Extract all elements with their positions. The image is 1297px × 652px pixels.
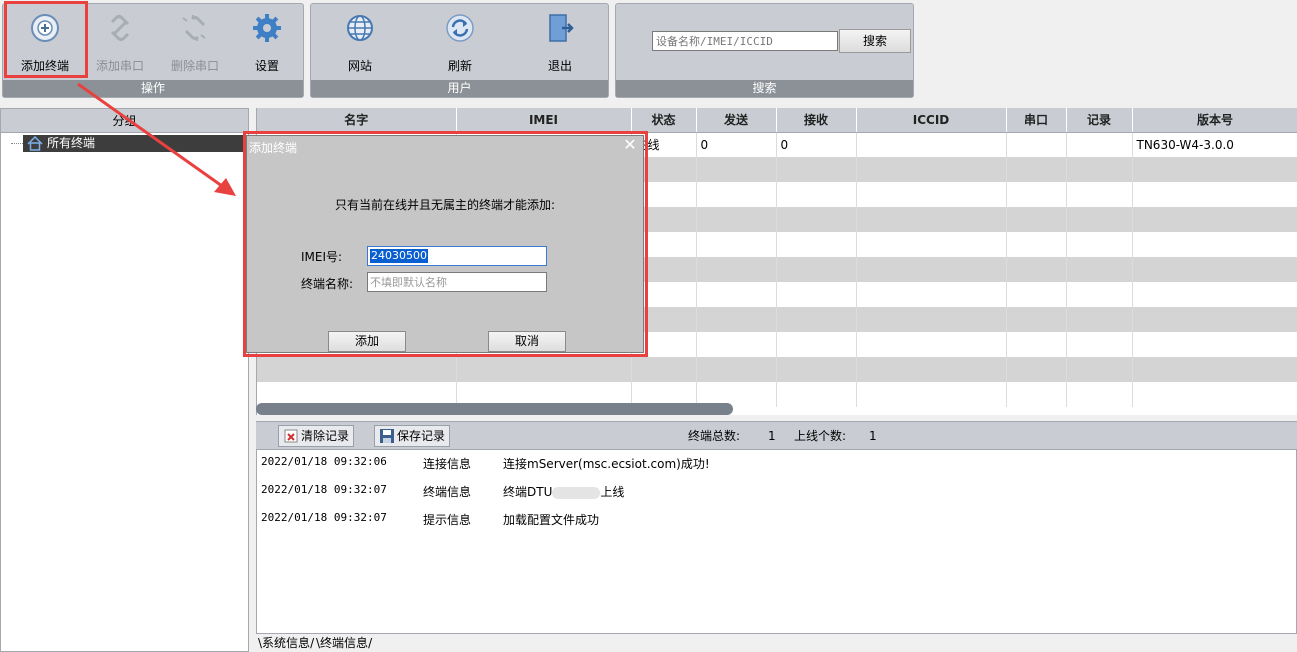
log-time: 2022/01/18 09:32:07 (261, 483, 387, 496)
column-header-record[interactable]: 记录 (1066, 108, 1133, 133)
save-icon (380, 429, 394, 443)
clear-log-label: 清除记录 (301, 429, 350, 443)
online-count-label: 上线个数: (794, 429, 847, 443)
cell-port (1006, 132, 1067, 157)
exit-label: 退出 (547, 59, 572, 73)
save-log-label: 保存记录 (397, 429, 446, 443)
clear-icon (284, 429, 298, 443)
clear-log-button[interactable]: 清除记录 (278, 425, 355, 447)
cell-received: 0 (776, 132, 857, 157)
refresh-label: 刷新 (447, 59, 472, 73)
column-header-name[interactable]: 名字 (257, 108, 457, 133)
website-label: 网站 (347, 59, 372, 73)
exit-icon (549, 14, 574, 42)
tree-header: 分组 (1, 109, 248, 133)
save-log-button[interactable]: 保存记录 (374, 425, 451, 447)
log-toolbar: 清除记录 保存记录 终端总数: 1 上线个数: 1 (256, 421, 1297, 449)
log-message-suffix: 上线 (600, 485, 625, 499)
link-icon (110, 15, 130, 41)
refresh-button[interactable]: 刷新 (420, 4, 500, 80)
home-icon (27, 136, 43, 151)
search-input[interactable] (652, 31, 838, 51)
column-header-status[interactable]: 状态 (631, 108, 697, 133)
ribbon-group-search: 搜索 搜索 (615, 3, 914, 98)
log-message: 加载配置文件成功 (503, 513, 600, 527)
terminal-total-value: 1 (768, 429, 776, 443)
log-message: 终端DTU 上线 (503, 483, 624, 500)
highlight-box-add-terminal (4, 1, 88, 78)
ribbon-toolbar: 添加终端 添加串口 删除串口 设置 操作 网站 刷新 退出 用户 设备名称/IM… (0, 0, 1297, 103)
log-type: 终端信息 (423, 485, 472, 499)
log-type: 提示信息 (423, 513, 472, 527)
tree-node-all-terminals[interactable]: 所有终端 (23, 135, 259, 152)
cell-iccid (856, 132, 1007, 157)
log-message: 连接mServer(msc.ecsiot.com)成功! (503, 457, 710, 471)
column-header-port[interactable]: 串口 (1006, 108, 1067, 133)
terminal-total-label: 终端总数: (688, 429, 741, 443)
horizontal-scrollbar[interactable] (256, 403, 733, 415)
refresh-icon (446, 14, 474, 42)
group-footer-search: 搜索 (616, 80, 913, 97)
cell-record (1066, 132, 1133, 157)
tree-node-label: 所有终端 (47, 136, 96, 150)
log-message-prefix: 终端DTU (503, 485, 553, 499)
search-button[interactable]: 搜索 (839, 29, 911, 53)
log-time: 2022/01/18 09:32:06 (261, 455, 387, 468)
column-header-sent[interactable]: 发送 (696, 108, 777, 133)
group-tree-panel: 分组 所有终端 (0, 108, 259, 652)
add-serial-label: 添加串口 (95, 59, 144, 73)
column-header-version[interactable]: 版本号 (1132, 108, 1297, 133)
tree-connector (11, 143, 23, 144)
online-count-value: 1 (869, 429, 877, 443)
log-tabs: \系统信息/ \终端信息/ (256, 634, 1297, 652)
gear-icon (253, 14, 281, 42)
ribbon-group-user: 网站 刷新 退出 用户 (310, 3, 609, 98)
delete-serial-button[interactable]: 删除串口 (155, 4, 235, 80)
globe-icon (347, 15, 373, 41)
website-button[interactable]: 网站 (320, 4, 400, 80)
column-header-imei[interactable]: IMEI (456, 108, 632, 133)
log-time: 2022/01/18 09:32:07 (261, 511, 387, 524)
column-header-received[interactable]: 接收 (776, 108, 857, 133)
column-header-iccid[interactable]: ICCID (856, 108, 1007, 133)
highlight-box-dialog (243, 131, 648, 357)
group-footer-operations: 操作 (3, 80, 303, 97)
log-list: 2022/01/18 09:32:06 连接信息 连接mServer(msc.e… (256, 449, 1297, 634)
log-type: 连接信息 (423, 457, 472, 471)
settings-label: 设置 (254, 59, 279, 73)
tab-system-info-label: 系统信息 (262, 636, 311, 650)
exit-button[interactable]: 退出 (520, 4, 600, 80)
table-header-row: 名字 IMEI 状态 发送 接收 ICCID 串口 记录 版本号 (257, 108, 1297, 133)
tab-system-info[interactable]: \系统信息/ (258, 634, 314, 652)
cell-sent: 0 (696, 132, 777, 157)
delete-serial-label: 删除串口 (170, 59, 219, 73)
cell-version: TN630-W4-3.0.0 (1132, 132, 1297, 157)
settings-button[interactable]: 设置 (227, 4, 307, 80)
redacted-blur (552, 486, 601, 499)
table-empty-row (257, 357, 1297, 382)
add-serial-button[interactable]: 添加串口 (80, 4, 160, 80)
tab-terminal-info[interactable]: \终端信息/ (316, 634, 372, 652)
unlink-icon (182, 15, 206, 41)
group-footer-user: 用户 (311, 80, 608, 97)
tab-terminal-info-label: 终端信息 (320, 636, 369, 650)
